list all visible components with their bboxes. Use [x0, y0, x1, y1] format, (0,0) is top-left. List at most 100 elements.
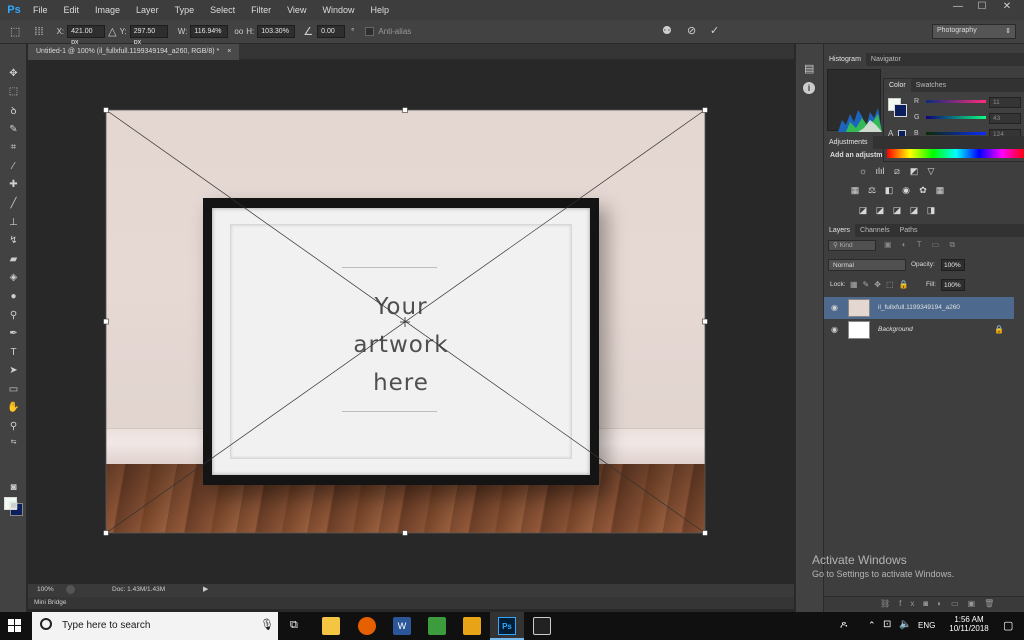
tab-histogram[interactable]: Histogram	[824, 53, 866, 66]
layers-footer-icons[interactable]: ⛓fx◙◐▭▣🗑	[824, 596, 1024, 610]
healing-brush-tool-icon[interactable]: ✚	[0, 176, 27, 195]
firefox-icon[interactable]	[358, 617, 376, 635]
layer-row[interactable]: ◉ il_fullxfull.1199349194_a260	[824, 297, 1014, 319]
microphone-icon[interactable]: 🎙	[260, 618, 274, 631]
network-icon[interactable]: ⊡	[883, 619, 891, 630]
antialias-checkbox[interactable]	[365, 27, 375, 36]
g-slider[interactable]	[926, 116, 986, 119]
color-balance-icon[interactable]: ⚖	[866, 185, 878, 195]
screen-mode-icon[interactable]: ▣	[0, 496, 27, 515]
tab-navigator[interactable]: Navigator	[866, 53, 906, 66]
task-view-icon[interactable]: ⧉	[290, 619, 298, 632]
eyedropper-tool-icon[interactable]: ⁄	[0, 157, 27, 176]
shape-tool-icon[interactable]: ▭	[0, 380, 27, 399]
file-explorer-icon[interactable]	[322, 617, 340, 635]
type-tool-icon[interactable]: T	[0, 343, 27, 362]
menu-layer[interactable]: Layer	[128, 0, 167, 20]
link-icon[interactable]: oo	[234, 27, 243, 36]
menu-file[interactable]: File	[25, 0, 56, 20]
info-panel-icon[interactable]: i	[803, 82, 815, 94]
handle-middle-right[interactable]	[702, 318, 708, 325]
opacity-field[interactable]: 100%	[941, 259, 965, 271]
clone-stamp-tool-icon[interactable]: ⊥	[0, 213, 27, 232]
menu-select[interactable]: Select	[202, 0, 243, 20]
tab-adjustments[interactable]: Adjustments	[824, 136, 873, 149]
lock-icons[interactable]: ▦✎✥⬚🔒	[850, 280, 913, 289]
selective-color-icon[interactable]: ◨	[925, 205, 937, 215]
threshold-icon[interactable]: ◪	[891, 205, 903, 215]
menu-view[interactable]: View	[279, 0, 314, 20]
app-icon[interactable]	[428, 617, 446, 635]
document-tab[interactable]: Untitled-1 @ 100% (il_fullxfull.11993491…	[28, 44, 240, 60]
x-field[interactable]: 421.00 px	[67, 25, 106, 46]
eye-icon[interactable]: ◉	[831, 303, 838, 312]
hue-saturation-icon[interactable]: ▦	[849, 185, 861, 195]
levels-icon[interactable]: ılıl	[874, 166, 886, 176]
tab-layers[interactable]: Layers	[824, 224, 856, 237]
fill-field[interactable]: 100%	[941, 279, 965, 291]
eye-icon[interactable]: ◉	[831, 325, 838, 334]
lasso-tool-icon[interactable]: ꝺ	[0, 101, 27, 120]
color-lookup-icon[interactable]: ▦	[934, 185, 946, 195]
width-field[interactable]: 116.94%	[190, 25, 229, 38]
move-tool-preset-icon[interactable]: ⬚	[10, 25, 20, 38]
posterize-icon[interactable]: ◪	[874, 205, 886, 215]
swap-colors-icon[interactable]: ⇆	[0, 436, 27, 448]
tab-swatches[interactable]: Swatches	[911, 79, 951, 92]
invert-icon[interactable]: ◪	[857, 205, 869, 215]
free-transform-box[interactable]	[100, 104, 712, 540]
height-field[interactable]: 103.30%	[257, 25, 296, 38]
vibrance-icon[interactable]: ▽	[925, 166, 937, 176]
tab-color[interactable]: Color	[884, 79, 911, 92]
crop-tool-icon[interactable]: ⌗	[0, 138, 27, 157]
menu-image[interactable]: Image	[87, 0, 128, 20]
dodge-tool-icon[interactable]: ⚲	[0, 306, 27, 325]
handle-top-right[interactable]	[702, 107, 708, 113]
photos-icon[interactable]	[533, 617, 551, 635]
photoshop-taskbar-button[interactable]: Ps	[490, 612, 524, 640]
menu-help[interactable]: Help	[362, 0, 397, 20]
windows-start-icon[interactable]	[8, 619, 22, 633]
paint-bucket-tool-icon[interactable]: ◈	[0, 269, 27, 288]
layer-row[interactable]: ◉ Background 🔒	[824, 319, 1014, 341]
workspace-switcher[interactable]: Photography ⇕	[932, 24, 1016, 39]
volume-icon[interactable]: 🔈	[899, 619, 911, 630]
reference-point-icon[interactable]: ⁞⁞⁞	[34, 26, 43, 38]
action-center-icon[interactable]: ▢	[1003, 619, 1013, 632]
handle-top-center[interactable]	[402, 107, 408, 113]
zoom-tool-icon[interactable]: ⚲	[0, 417, 27, 436]
channel-mixer-icon[interactable]: ✿	[917, 185, 929, 195]
commit-transform-icon[interactable]: ✓	[710, 24, 719, 37]
tab-paths[interactable]: Paths	[895, 224, 923, 237]
b-slider[interactable]	[926, 132, 986, 135]
brush-tool-icon[interactable]: ╱	[0, 194, 27, 213]
gradient-map-icon[interactable]: ◪	[908, 205, 920, 215]
zoom-level[interactable]: 100%	[37, 586, 54, 593]
move-tool-icon[interactable]: ✥	[0, 64, 27, 83]
y-field[interactable]: 297.50 px	[129, 25, 168, 46]
marquee-tool-icon[interactable]: ⬚	[0, 83, 27, 102]
minimize-button[interactable]: —	[947, 0, 969, 16]
r-value[interactable]: 11	[989, 97, 1021, 108]
handle-bottom-left[interactable]	[103, 530, 109, 536]
handle-bottom-center[interactable]	[402, 530, 408, 536]
taskbar-search-box[interactable]: Type here to search 🎙	[32, 612, 278, 640]
language-indicator[interactable]: ENG	[918, 621, 935, 630]
clock[interactable]: 1:56 AM 10/11/2018	[944, 615, 994, 633]
quick-mask-icon[interactable]: ◙	[0, 478, 27, 497]
r-slider[interactable]	[926, 100, 986, 103]
photo-filter-icon[interactable]: ◉	[900, 185, 912, 195]
history-panel-icon[interactable]: ▤	[804, 62, 814, 75]
chevron-up-icon[interactable]: ⌃	[868, 620, 876, 631]
handle-top-left[interactable]	[103, 107, 109, 113]
delta-icon[interactable]: △	[108, 25, 116, 38]
hand-tool-icon[interactable]: ✋	[0, 399, 27, 418]
share-icon[interactable]	[66, 585, 75, 594]
pen-tool-icon[interactable]: ✒	[0, 324, 27, 343]
word-icon[interactable]: W	[393, 617, 411, 635]
eraser-tool-icon[interactable]: ▰	[0, 250, 27, 269]
blend-mode-select[interactable]: Normal	[828, 259, 906, 271]
layer-filter-icons[interactable]: ▣ ◐ T ▭ ⧉	[884, 240, 959, 250]
brightness-icon[interactable]: ☼	[857, 166, 869, 176]
layer-kind-filter[interactable]: ⚲ Kind	[828, 240, 876, 251]
